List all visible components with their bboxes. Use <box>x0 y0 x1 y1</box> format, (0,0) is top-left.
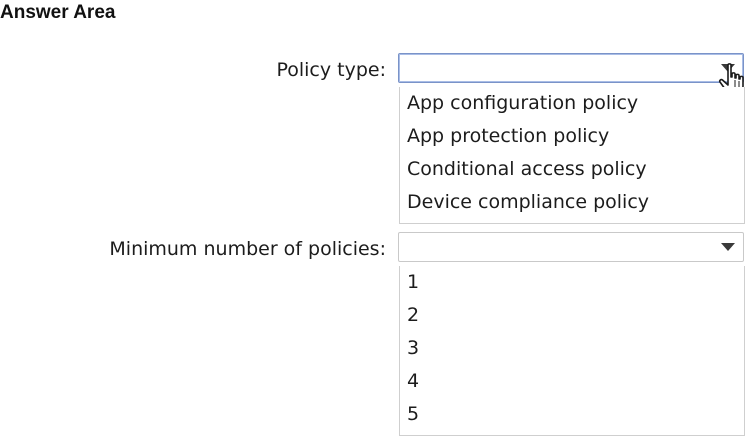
min-policies-option-5[interactable]: 5 <box>400 398 744 431</box>
min-policies-option-4[interactable]: 4 <box>400 365 744 398</box>
chevron-down-icon <box>721 243 735 251</box>
policy-type-option-app-configuration[interactable]: App configuration policy <box>400 87 744 120</box>
policy-type-label: Policy type: <box>276 59 386 81</box>
policy-type-option-device-compliance[interactable]: Device compliance policy <box>400 186 744 219</box>
policy-type-options-list: App configuration policy App protection … <box>399 87 745 224</box>
policy-type-option-app-protection[interactable]: App protection policy <box>400 120 744 153</box>
min-policies-option-2[interactable]: 2 <box>400 299 744 332</box>
min-policies-label: Minimum number of policies: <box>109 238 386 260</box>
min-policies-select[interactable] <box>398 232 744 262</box>
min-policies-option-3[interactable]: 3 <box>400 332 744 365</box>
answer-area-title: Answer Area <box>0 2 116 23</box>
policy-type-select[interactable] <box>398 53 744 95</box>
min-policies-option-1[interactable]: 1 <box>400 266 744 299</box>
min-policies-options-list: 1 2 3 4 5 <box>399 266 745 436</box>
min-policies-dropdown-button[interactable] <box>715 235 741 259</box>
policy-type-option-conditional-access[interactable]: Conditional access policy <box>400 153 744 186</box>
